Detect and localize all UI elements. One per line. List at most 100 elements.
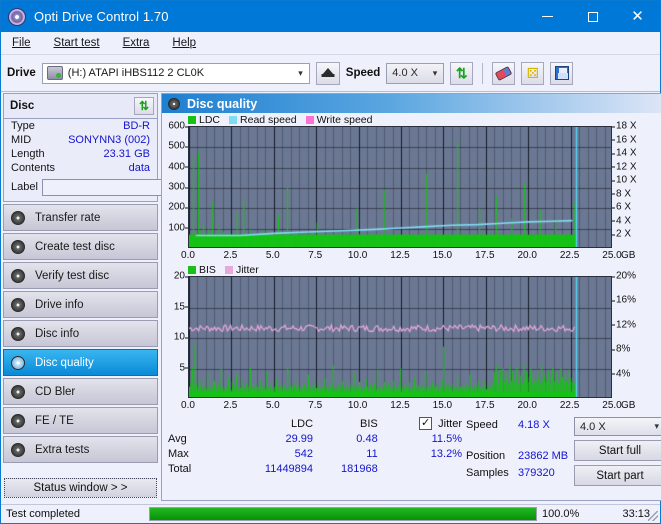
disc-refresh-button[interactable]: ⇅ <box>134 97 154 115</box>
menu-help[interactable]: Help <box>169 35 199 51</box>
disc-row-length: Length 23.31 GB <box>4 147 157 161</box>
x-tick: 10.0 <box>348 400 367 411</box>
legend-label: Read speed <box>240 114 297 126</box>
sidebar-item-verify-test-disc[interactable]: Verify test disc <box>3 262 158 289</box>
x-tick: 2.5 <box>223 250 237 261</box>
legend-swatch <box>225 266 233 274</box>
save-button[interactable] <box>550 62 573 85</box>
sidebar-item-cd-bler[interactable]: CD Bler <box>3 378 158 405</box>
resize-grip[interactable] <box>648 511 658 521</box>
x-tick: 7.5 <box>308 400 322 411</box>
disc-mid-key: MID <box>11 134 31 146</box>
x-tick: 22.5 <box>560 250 579 261</box>
erase-button[interactable] <box>492 62 515 85</box>
menu-start-test-label: Start test <box>54 37 100 49</box>
y-tick: 400 <box>168 161 185 172</box>
sidebar-item-transfer-rate[interactable]: Transfer rate <box>3 204 158 231</box>
status-window-label: Status window > > <box>34 482 128 494</box>
sidebar-item-extra-tests[interactable]: Extra tests <box>3 436 158 463</box>
readout-area: Speed 4.18 X Position 23862 MB Samples 3… <box>462 416 661 500</box>
x-tick: 20.0 <box>517 400 536 411</box>
x-tick: 7.5 <box>308 250 322 261</box>
close-button[interactable]: ✕ <box>615 1 660 32</box>
x-tick: 5.0 <box>266 400 280 411</box>
status-window-button[interactable]: Status window > > <box>4 478 157 498</box>
y-tick: 10 <box>174 332 185 343</box>
disc-icon <box>11 269 25 283</box>
stats-max-ldc: 542 <box>219 448 313 460</box>
eject-button[interactable] <box>316 62 340 85</box>
start-part-button[interactable]: Start part <box>574 465 661 486</box>
disc-icon <box>11 240 25 254</box>
sidebar-item-disc-info[interactable]: Disc info <box>3 320 158 347</box>
readout-spacer <box>466 433 574 447</box>
legend-label: Jitter <box>236 264 259 276</box>
sidebar-item-create-test-disc[interactable]: Create test disc <box>3 233 158 260</box>
sidebar-item-disc-quality[interactable]: Disc quality <box>3 349 158 376</box>
window-title: Opti Drive Control 1.70 <box>34 9 169 24</box>
ldc-legend: LDC Read speed Write speed <box>162 113 661 126</box>
disc-quality-icon <box>168 98 180 110</box>
x-tick: 12.5 <box>390 250 409 261</box>
y2-tick: 12% <box>616 319 636 330</box>
table-row: Max 542 11 13.2% <box>168 446 462 461</box>
chevron-down-icon: ▾ <box>433 68 438 79</box>
jitter-toggle[interactable]: ✓ Jitter <box>378 417 462 430</box>
drive-select[interactable]: (H:) ATAPI iHBS112 2 CL0K ▾ <box>42 63 310 84</box>
stats-max-bis: 11 <box>313 448 378 460</box>
x-tick: 10.0 <box>348 250 367 261</box>
x-tick: 17.5 <box>475 250 494 261</box>
ldc-chart: LDC Read speed Write speed 1002003004005… <box>162 113 661 263</box>
disc-icon <box>11 443 25 457</box>
test-speed-select[interactable]: 4.0 X ▾ <box>574 417 661 436</box>
sidebar-item-fe-te[interactable]: FE / TE <box>3 407 158 434</box>
disc-row-contents: Contents data <box>4 161 157 175</box>
legend-item-bis: BIS <box>188 264 216 276</box>
x-axis-unit: GB <box>621 400 635 411</box>
disc-label-row: Label <box>4 175 157 201</box>
x-tick: 2.5 <box>223 400 237 411</box>
x-tick: 15.0 <box>433 400 452 411</box>
tools-button[interactable]: ⚄ <box>521 62 544 85</box>
y2-tick: 4 X <box>616 215 631 226</box>
progress-percent: 100.0% <box>540 508 598 520</box>
disc-panel: Disc ⇅ Type BD-R MID SONYNN3 (002) Lengt… <box>3 93 158 202</box>
menu-extra[interactable]: Extra <box>120 35 153 51</box>
disc-icon <box>11 298 25 312</box>
disc-panel-header: Disc ⇅ <box>4 94 157 119</box>
refresh-button[interactable]: ⇅ <box>450 62 473 85</box>
test-speed-value: 4.0 X <box>580 421 606 433</box>
sidebar: Disc ⇅ Type BD-R MID SONYNN3 (002) Lengt… <box>1 92 160 501</box>
y-tick: 15 <box>174 301 185 312</box>
maximize-button[interactable] <box>570 1 615 32</box>
readout-samples-value: 379320 <box>518 467 555 479</box>
disc-type-key: Type <box>11 120 35 132</box>
start-full-button[interactable]: Start full <box>574 440 661 461</box>
x-tick: 0.0 <box>181 400 195 411</box>
eraser-icon <box>495 66 512 81</box>
app-window: Opti Drive Control 1.70 ✕ File Start tes… <box>0 0 661 524</box>
eject-icon <box>321 67 335 80</box>
jitter-checkbox[interactable]: ✓ <box>419 417 432 430</box>
sidebar-item-drive-info[interactable]: Drive info <box>3 291 158 318</box>
x-axis-unit: GB <box>621 250 635 261</box>
y-tick: 200 <box>168 202 185 213</box>
y2-tick: 14 X <box>616 148 637 159</box>
x-tick: 12.5 <box>390 400 409 411</box>
readout-values: Speed 4.18 X Position 23862 MB Samples 3… <box>466 416 574 500</box>
readout-position: Position 23862 MB <box>466 447 574 464</box>
sidebar-item-label: FE / TE <box>35 415 74 427</box>
stats-row-key: Max <box>168 448 219 460</box>
bis-chart: BIS Jitter 5101520 4%8%12%16%20% 0.02.55… <box>162 263 661 413</box>
wrench-icon: ⚄ <box>527 66 539 80</box>
body: Disc ⇅ Type BD-R MID SONYNN3 (002) Lengt… <box>1 92 660 501</box>
x-tick: 20.0 <box>517 250 536 261</box>
menu-file[interactable]: File <box>9 35 34 51</box>
bis-canvas <box>189 277 612 398</box>
readout-speed-value: 4.18 X <box>518 419 550 431</box>
y2-tick: 2 X <box>616 229 631 240</box>
minimize-button[interactable] <box>525 1 570 32</box>
speed-select[interactable]: 4.0 X ▾ <box>386 63 444 84</box>
menu-start-test[interactable]: Start test <box>51 35 103 51</box>
legend-label: LDC <box>199 114 220 126</box>
